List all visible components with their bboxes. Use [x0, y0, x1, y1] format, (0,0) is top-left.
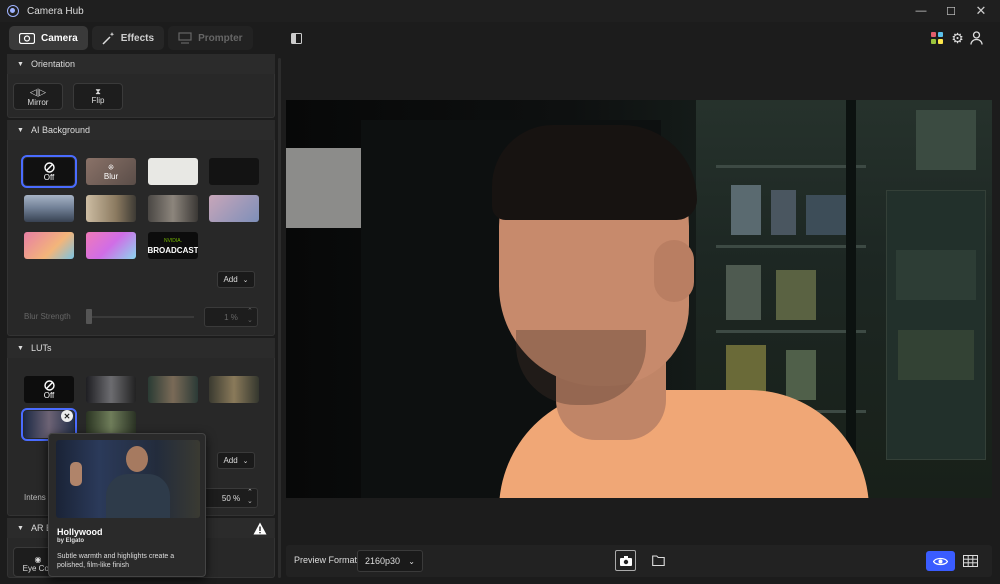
ai-background-header[interactable]: ▼ AI Background [7, 120, 275, 140]
bg-room-thumb[interactable] [86, 195, 136, 222]
camera-preview [286, 100, 992, 498]
blur-strength-slider-handle[interactable] [86, 309, 92, 324]
bg-pink-room-thumb[interactable] [86, 232, 136, 259]
blur-strength-label: Blur Strength [24, 312, 71, 321]
intensity-label: Intens [24, 493, 46, 502]
blur-icon: ⁜ [107, 162, 115, 172]
tab-prompter-label: Prompter [198, 32, 243, 44]
account-icon[interactable] [969, 30, 984, 46]
remove-lut-icon[interactable]: ✕ [61, 410, 73, 422]
magic-wand-icon [102, 31, 114, 45]
blur-strength-stepper-icon[interactable]: ⌃ ⌄ [247, 307, 253, 325]
warning-icon [252, 521, 267, 535]
flip-label: Flip [91, 96, 105, 105]
camera-snapshot-icon [619, 555, 632, 566]
preview-toggle-button[interactable] [926, 551, 955, 571]
bg-add-label: Add [223, 275, 238, 284]
sidebar-scrollbar[interactable] [278, 58, 281, 578]
bg-cartoon-thumb[interactable] [24, 232, 74, 259]
main-tabs: Camera Effects Prompter [0, 22, 282, 54]
bg-white-thumb[interactable] [148, 158, 198, 185]
tab-prompter[interactable]: Prompter [168, 26, 253, 50]
grid-icon [962, 555, 978, 567]
chevron-down-icon: ⌄ [242, 276, 249, 284]
tooltip-title: Hollywood [57, 527, 103, 537]
window-title: Camera Hub [27, 5, 84, 17]
bg-office-thumb[interactable] [24, 195, 74, 222]
lut-warm-thumb[interactable] [209, 376, 259, 403]
off-icon [43, 161, 55, 173]
bg-off-label: Off [43, 172, 55, 182]
flip-icon: ⧗ [95, 87, 101, 96]
nvidia-brand: NVIDIA. [163, 237, 183, 244]
ai-background-header-label: AI Background [30, 125, 90, 135]
tab-camera-label: Camera [41, 32, 78, 44]
lut-teal-thumb[interactable] [148, 376, 198, 403]
luts-header-label: LUTs [30, 343, 52, 353]
tooltip-preview-image [56, 440, 200, 518]
orientation-header-label: Orientation [30, 59, 75, 69]
eye-icon [933, 557, 948, 565]
off-icon [43, 379, 55, 391]
bg-blur-label: Blur [103, 171, 119, 181]
tooltip-description: Subtle warmth and highlights create a po… [57, 553, 175, 569]
mirror-icon: ◁|▷ [29, 86, 47, 97]
preview-format-label: Preview Format [294, 555, 358, 565]
blur-strength-slider[interactable] [86, 316, 194, 318]
intensity-stepper-icon[interactable]: ⌃ ⌄ [247, 488, 253, 506]
luts-header[interactable]: ▼ LUTs [7, 338, 275, 358]
lut-add-dropdown[interactable]: Add ⌄ [217, 452, 255, 469]
lut-mono-thumb[interactable] [86, 376, 136, 403]
prompter-icon [178, 32, 192, 44]
lut-off-label: Off [43, 390, 55, 400]
tab-effects[interactable]: Effects [91, 26, 165, 50]
preview-bottom-bar: Preview Format 2160p30 ⌄ [286, 545, 992, 577]
camera-icon [19, 32, 35, 44]
bg-black-thumb[interactable] [209, 158, 259, 185]
maximize-button[interactable]: ☐ [936, 0, 966, 22]
bg-lounge-thumb[interactable] [209, 195, 259, 222]
sidebar-toggle-icon[interactable] [289, 32, 303, 45]
tab-effects-label: Effects [120, 32, 155, 44]
bg-studio-thumb[interactable] [148, 195, 198, 222]
ai-background-section [7, 120, 275, 336]
bg-off-thumb[interactable]: Off [21, 155, 77, 188]
close-button[interactable]: ✕ [966, 0, 996, 22]
title-bar: Camera Hub — ☐ ✕ [0, 0, 1000, 22]
minimize-button[interactable]: — [906, 0, 936, 22]
bg-nvidia-broadcast-thumb[interactable]: NVIDIA. BROADCAST [148, 232, 198, 259]
gear-icon[interactable]: ⚙ [950, 30, 965, 46]
tab-camera[interactable]: Camera [9, 26, 88, 50]
mirror-label: Mirror [27, 97, 49, 107]
broadcast-label: BROADCAST [148, 245, 198, 255]
apps-icon[interactable] [930, 31, 945, 46]
chevron-down-icon: ⌄ [242, 457, 249, 465]
preview-format-value: 2160p30 [365, 556, 401, 566]
grid-overlay-button[interactable] [959, 551, 981, 571]
chevron-down-icon: ⌄ [408, 556, 415, 566]
intensity-value: 50 % [221, 493, 241, 503]
camera-hub-app-icon [7, 5, 19, 17]
flip-button[interactable]: ⧗ Flip [73, 83, 123, 110]
mirror-button[interactable]: ◁|▷ Mirror [13, 83, 63, 110]
folder-icon[interactable] [650, 553, 666, 568]
preview-format-select[interactable]: 2160p30 ⌄ [357, 550, 423, 572]
bg-blur-thumb[interactable]: ⁜ Blur [86, 158, 136, 185]
blur-strength-value: 1 % [224, 312, 238, 322]
lut-add-label: Add [223, 456, 238, 465]
orientation-header[interactable]: ▼ Orientation [7, 54, 275, 74]
lut-tooltip: Hollywood by Elgato Subtle warmth and hi… [48, 433, 206, 577]
bg-add-dropdown[interactable]: Add ⌄ [217, 271, 255, 288]
snapshot-button[interactable] [615, 550, 636, 571]
tooltip-byline: by Elgato [57, 538, 85, 544]
lut-off-thumb[interactable]: Off [24, 376, 74, 403]
eye-icon: ◉ [34, 555, 42, 564]
